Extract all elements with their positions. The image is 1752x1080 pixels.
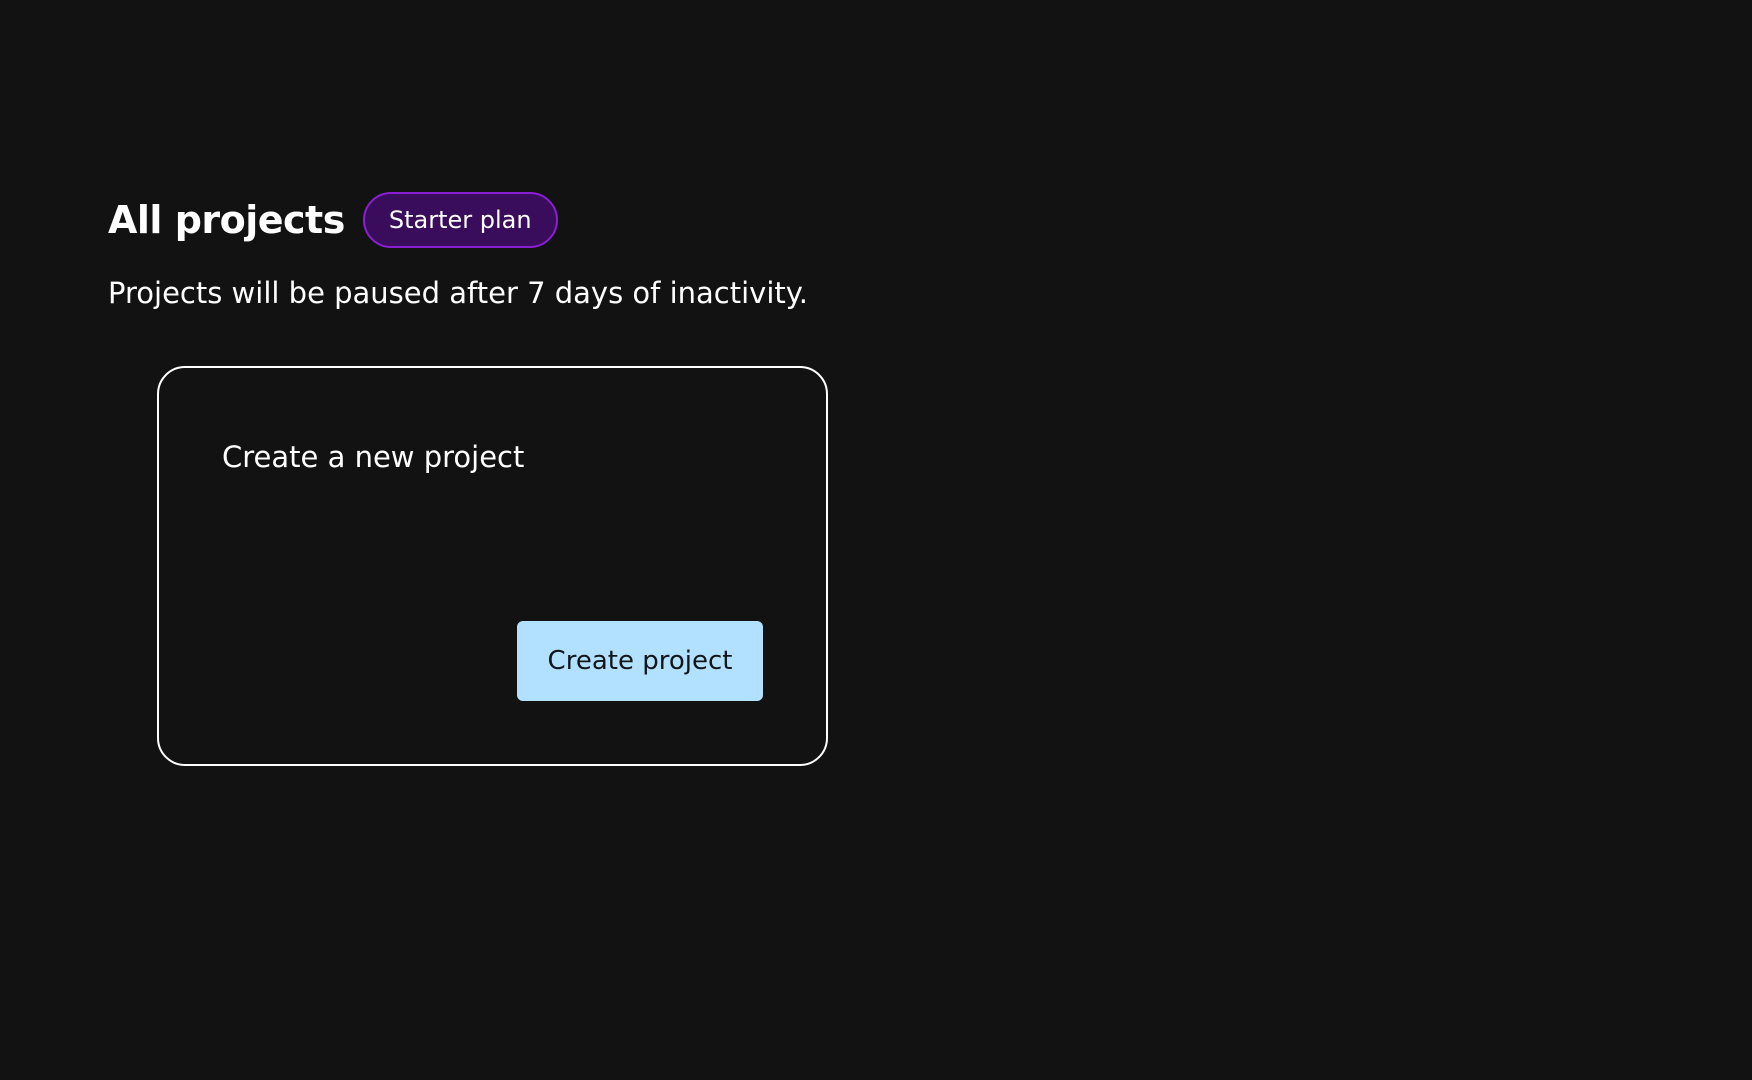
new-project-card-title: Create a new project bbox=[222, 440, 525, 474]
page-header: All projects Starter plan bbox=[108, 192, 558, 248]
new-project-card: Create a new project Create project bbox=[157, 366, 828, 766]
page-title: All projects bbox=[108, 198, 345, 242]
plan-badge: Starter plan bbox=[362, 192, 558, 248]
projects-page: { "header": { "title": "All projects", "… bbox=[0, 0, 1752, 1080]
create-project-button[interactable]: Create project bbox=[517, 621, 763, 701]
inactivity-notice: Projects will be paused after 7 days of … bbox=[108, 276, 809, 310]
